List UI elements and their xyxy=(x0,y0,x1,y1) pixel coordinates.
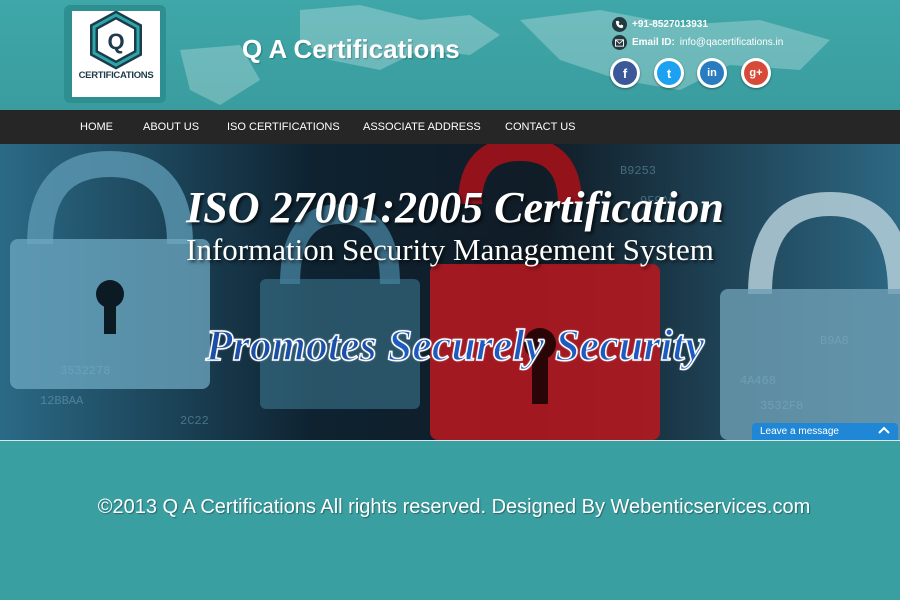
logo-text: CERTIFICATIONS xyxy=(78,70,154,81)
nav-iso-certifications[interactable]: ISO CERTIFICATIONS xyxy=(227,121,340,133)
nav-associate-address[interactable]: ASSOCIATE ADDRESS xyxy=(363,121,481,133)
facebook-link[interactable]: f xyxy=(610,58,640,88)
svg-text:4A468: 4A468 xyxy=(740,374,776,388)
footer-copyright: ©2013 Q A Certifications All rights rese… xyxy=(97,496,811,518)
twitter-link[interactable]: t xyxy=(654,58,684,88)
contact-email: Email ID: info@qacertifications.in xyxy=(612,35,783,50)
linkedin-link[interactable]: in xyxy=(697,58,727,88)
google-plus-link[interactable]: g+ xyxy=(741,58,771,88)
phone-number[interactable]: +91-8527013931 xyxy=(632,19,708,30)
hero-subtitle: Information Security Management System xyxy=(186,232,714,267)
site-title: Q A Certifications xyxy=(242,34,460,64)
facebook-icon: f xyxy=(613,61,637,85)
nav-contact-us[interactable]: CONTACT US xyxy=(505,121,576,133)
main-nav: HOME ABOUT US ISO CERTIFICATIONS ASSOCIA… xyxy=(0,110,900,144)
email-address[interactable]: info@qacertifications.in xyxy=(680,37,784,48)
svg-text:12BBAA: 12BBAA xyxy=(40,394,84,408)
svg-text:3532F8: 3532F8 xyxy=(760,399,803,413)
banner-divider xyxy=(0,440,900,441)
svg-text:Q: Q xyxy=(107,29,124,54)
site-header: Q CERTIFICATIONS Q A Certifications +91-… xyxy=(0,0,900,110)
google-plus-icon: g+ xyxy=(744,61,768,85)
hero-banner: B9253 9F9AC 4A468 3532F8 3532278 12BBAA … xyxy=(0,144,900,440)
hero-tagline-word2: Securely Security xyxy=(387,320,705,371)
email-label: Email ID: xyxy=(632,37,675,48)
hero-tagline-word1: Promotes xyxy=(205,320,378,371)
chevron-up-icon xyxy=(878,426,890,434)
mail-icon xyxy=(612,35,627,50)
svg-text:B9253: B9253 xyxy=(620,164,656,178)
phone-icon xyxy=(612,17,627,32)
linkedin-icon: in xyxy=(700,61,724,85)
contact-phone: +91-8527013931 xyxy=(612,17,708,32)
nav-home[interactable]: HOME xyxy=(80,121,113,133)
logo[interactable]: Q xyxy=(72,10,160,97)
svg-text:2C22: 2C22 xyxy=(180,414,209,428)
leave-message-label: Leave a message xyxy=(760,426,839,437)
hero-tagline: Promotes Securely Security xyxy=(0,320,900,371)
hero-title: ISO 27001:2005 Certification xyxy=(186,183,724,232)
nav-about-us[interactable]: ABOUT US xyxy=(143,121,199,133)
twitter-icon: t xyxy=(657,61,681,85)
leave-message-widget[interactable]: Leave a message xyxy=(752,423,898,440)
qa-logo-icon: Q xyxy=(90,10,142,70)
